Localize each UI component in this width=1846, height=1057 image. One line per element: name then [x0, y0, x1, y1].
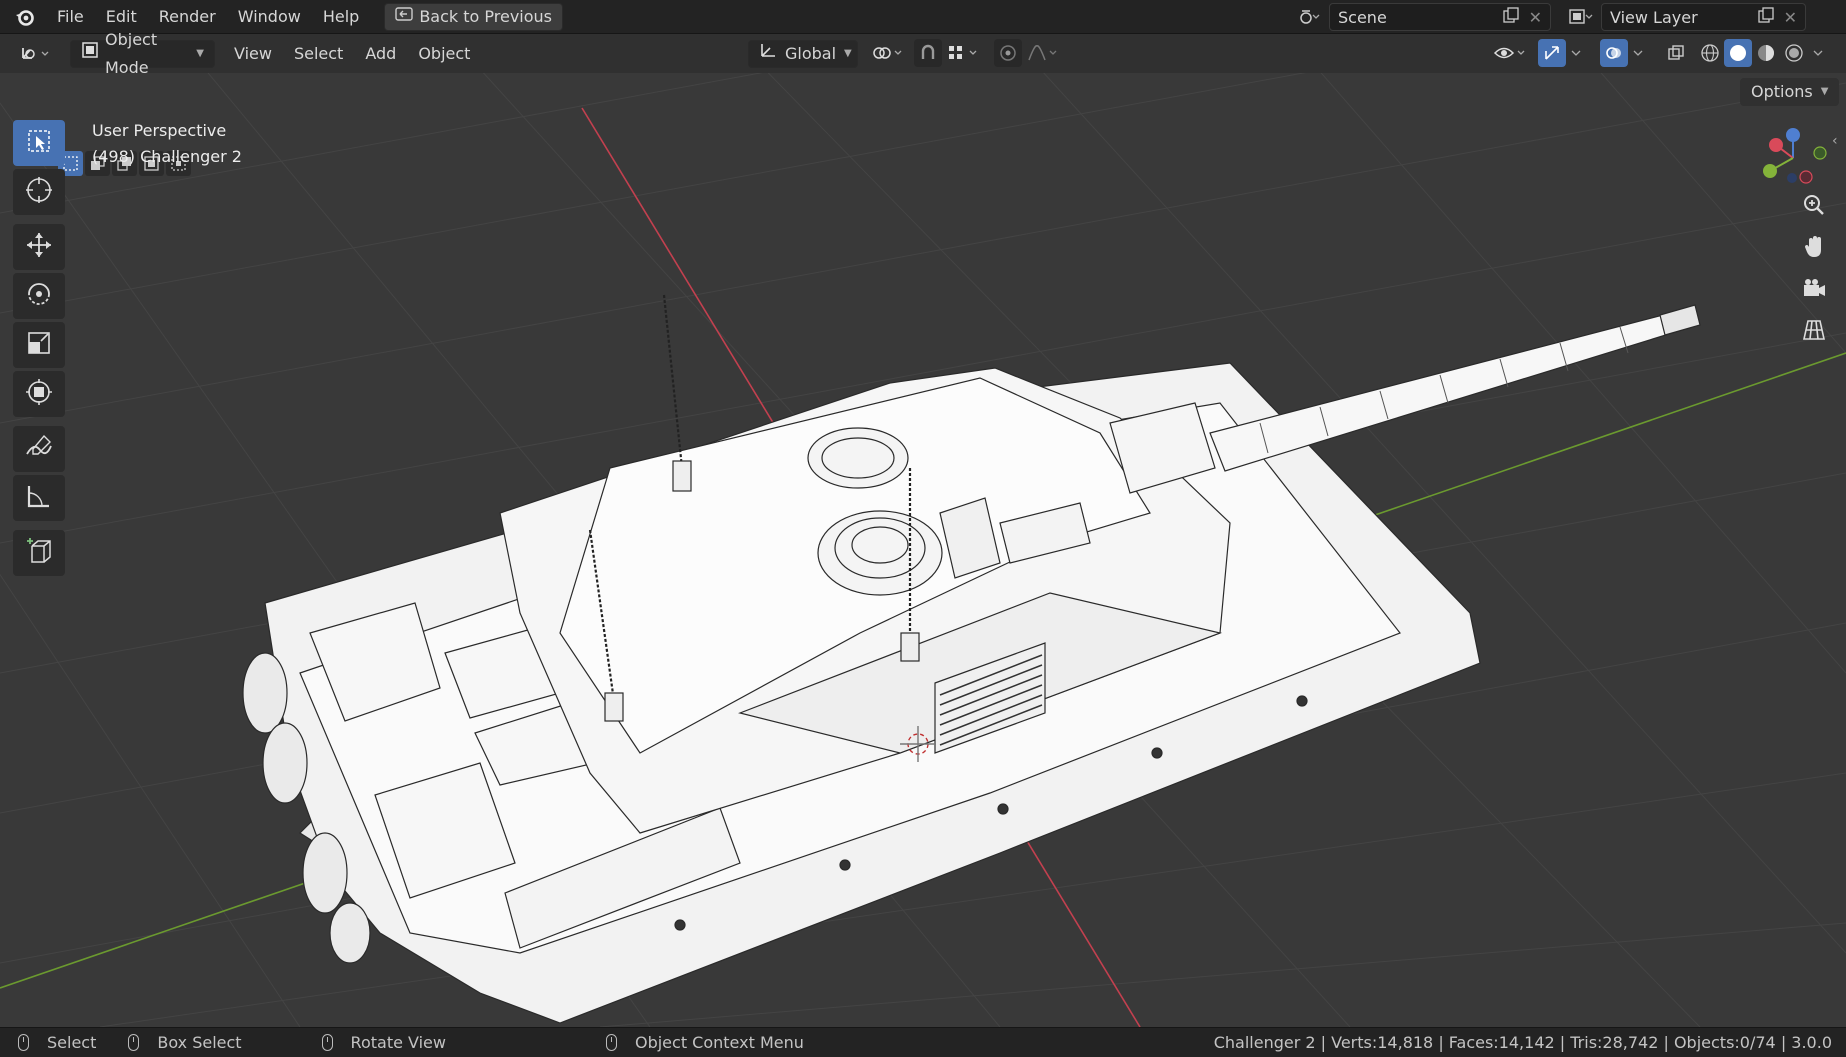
blender-logo-icon[interactable] [12, 4, 38, 30]
measure-tool[interactable] [13, 475, 65, 521]
delete-view-layer-icon[interactable]: ✕ [1784, 8, 1797, 27]
grid-perspective-icon [1802, 318, 1826, 346]
scene-statistics: Challenger 2 | Verts:14,818 | Faces:14,1… [1213, 1033, 1832, 1052]
options-label: Options [1751, 82, 1813, 101]
proportional-editing-icon[interactable] [994, 39, 1022, 67]
perspective-toggle-button[interactable] [1796, 314, 1832, 350]
tank-model [242, 294, 1701, 1024]
overlays-toggle-icon[interactable] [1600, 39, 1628, 67]
new-scene-icon[interactable] [1502, 7, 1519, 27]
xray-toggle-icon[interactable] [1662, 39, 1690, 67]
scene-field[interactable]: Scene ✕ [1329, 3, 1551, 31]
annotate-tool[interactable] [13, 426, 65, 472]
tool-shelf [12, 120, 66, 579]
options-dropdown[interactable]: Options ▼ [1740, 78, 1840, 106]
mouse-left-icon [18, 1034, 29, 1051]
menu-object[interactable]: Object [407, 40, 481, 68]
chevron-down-icon: ▼ [196, 47, 204, 59]
mouse-drag-icon [128, 1034, 140, 1051]
chevron-down-icon: ▼ [1820, 86, 1829, 97]
back-arrow-icon [395, 3, 414, 31]
scene-selector-icon[interactable] [1295, 3, 1323, 31]
shading-material-icon[interactable] [1752, 39, 1780, 67]
sidebar-toggle-icon[interactable]: ‹ [1832, 133, 1838, 149]
cursor-tool[interactable] [13, 169, 65, 215]
view-layer-name: View Layer [1610, 7, 1698, 27]
hand-icon [1802, 235, 1826, 263]
rotate-icon [24, 279, 54, 313]
status-rotate-view: Rotate View [321, 1033, 446, 1052]
move-icon [24, 230, 54, 264]
measure-icon [24, 481, 54, 515]
new-view-layer-icon[interactable] [1757, 7, 1774, 27]
status-box-select-label: Box Select [157, 1033, 242, 1052]
chevron-down-icon: ▼ [844, 48, 852, 59]
pan-view-button[interactable] [1796, 231, 1832, 267]
status-select-label: Select [47, 1033, 97, 1052]
menu-view[interactable]: View [223, 40, 283, 68]
visibility-eye-icon[interactable] [1490, 39, 1532, 67]
mouse-middle-icon [321, 1034, 333, 1051]
shading-wireframe-icon[interactable] [1696, 39, 1724, 67]
status-context-menu: Object Context Menu [605, 1033, 804, 1052]
scale-icon [24, 328, 54, 362]
shading-rendered-icon[interactable] [1780, 39, 1808, 67]
mouse-right-icon [605, 1034, 617, 1051]
orientation-label: Global [785, 44, 837, 63]
add-cube-tool[interactable] [13, 530, 65, 576]
status-context-menu-label: Object Context Menu [634, 1033, 804, 1052]
top-menu-bar: File Edit Render Window Help Back to Pre… [0, 0, 1846, 34]
viewport-scene [0, 73, 1846, 1027]
menu-select[interactable]: Select [283, 40, 354, 68]
back-to-previous-button[interactable]: Back to Previous [384, 2, 564, 31]
rotate-tool[interactable] [13, 273, 65, 319]
delete-scene-icon[interactable]: ✕ [1529, 8, 1542, 27]
editor-type-icon[interactable] [16, 40, 56, 68]
object-mode-dropdown[interactable]: Object Mode ▼ [70, 30, 215, 77]
gizmo-toggle-icon[interactable] [1538, 39, 1566, 67]
zoom-view-button[interactable] [1796, 189, 1832, 225]
3d-viewport[interactable]: Options ▼ User Perspective (498) Challen… [0, 73, 1846, 1027]
overlays-dropdown-icon[interactable] [1628, 39, 1648, 67]
add-cube-icon [24, 536, 54, 570]
move-tool[interactable] [13, 224, 65, 270]
shading-solid-icon[interactable] [1724, 39, 1752, 67]
zoom-icon [1802, 193, 1826, 221]
object-mode-icon [81, 40, 99, 68]
snap-toggle-icon[interactable] [914, 39, 942, 67]
scale-tool[interactable] [13, 322, 65, 368]
transform-tool[interactable] [13, 371, 65, 417]
status-bar: Select Box Select Rotate View Object Con… [0, 1027, 1846, 1057]
scene-name: Scene [1338, 7, 1387, 27]
menu-help[interactable]: Help [312, 3, 370, 31]
transform-icon [24, 377, 54, 411]
shading-dropdown-icon[interactable] [1808, 39, 1828, 67]
navigation-gizmo[interactable] [1758, 123, 1828, 193]
status-box-select: Box Select [128, 1033, 242, 1052]
menu-window[interactable]: Window [227, 3, 312, 31]
gizmo-dropdown-icon[interactable] [1566, 39, 1586, 67]
camera-view-button[interactable] [1796, 272, 1832, 308]
snap-target-icon[interactable] [944, 39, 984, 67]
annotate-icon [24, 432, 54, 466]
viewport-header: Object Mode ▼ View Select Add Object Glo… [0, 30, 1846, 77]
menu-file[interactable]: File [46, 3, 95, 31]
cursor-icon [24, 175, 54, 209]
select-box-tool[interactable] [13, 120, 65, 166]
select-box-icon [26, 128, 52, 158]
back-to-previous-label: Back to Previous [419, 6, 553, 26]
pivot-point-icon[interactable] [868, 39, 908, 67]
view-layer-selector-icon[interactable] [1567, 3, 1595, 31]
falloff-icon[interactable] [1024, 39, 1064, 67]
view-layer-field[interactable]: View Layer ✕ [1601, 3, 1806, 31]
orientation-icon [759, 40, 779, 68]
status-select: Select [18, 1033, 96, 1052]
transform-orientation-dropdown[interactable]: Global ▼ [748, 40, 858, 68]
active-object-label: (498) Challenger 2 [92, 147, 242, 166]
status-rotate-view-label: Rotate View [350, 1033, 446, 1052]
viewport-perspective-label: User Perspective [92, 121, 227, 140]
camera-icon [1801, 276, 1827, 304]
menu-add[interactable]: Add [354, 40, 407, 68]
